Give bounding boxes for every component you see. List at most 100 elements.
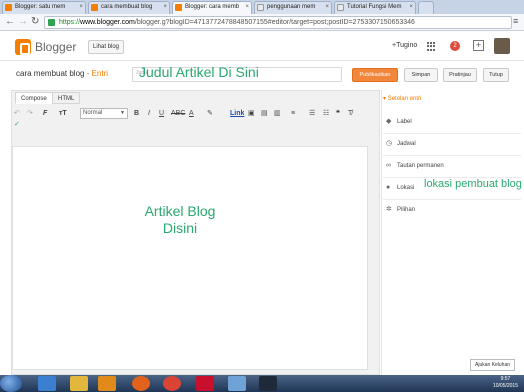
gear-icon: ✲ [386, 206, 392, 213]
quote-icon[interactable]: ❝ [336, 109, 340, 118]
sidebar-item-label: Pilihan [397, 207, 416, 213]
sidebar-item-schedule[interactable]: ◷ Jadwal [383, 134, 521, 156]
undo-icon[interactable]: ↶ [14, 109, 20, 118]
spellcheck-icon[interactable]: ✓ [14, 120, 20, 129]
close-tab-icon[interactable]: × [325, 2, 329, 13]
location-pin-icon: ● [386, 184, 391, 191]
link-button[interactable]: Link [230, 109, 244, 118]
align-icon[interactable]: ≡ [291, 109, 295, 118]
feedback-button[interactable]: Ajukan Keluhan [470, 359, 516, 371]
font-style-select[interactable]: Normal ▼ [80, 108, 128, 119]
close-tab-icon[interactable]: × [163, 2, 167, 13]
windows-taskbar: 9:57 10/05/2015 [0, 375, 524, 392]
body-annotation-line1: Artikel Blog [144, 203, 216, 219]
system-clock[interactable]: 9:57 10/05/2015 [493, 376, 518, 390]
tag-icon: ◆ [386, 118, 392, 125]
breadcrumb-blog: cara membuat blog [16, 69, 85, 78]
start-button-icon[interactable] [0, 375, 22, 392]
blogger-favicon-icon [91, 4, 98, 11]
title-annotation: Judul Artikel Di Sini [139, 64, 259, 80]
browser-menu-icon[interactable]: ≡ [513, 17, 521, 26]
blogger-favicon-icon [5, 4, 12, 11]
back-arrow-icon[interactable]: ← [5, 17, 15, 27]
bullet-list-icon[interactable]: ☷ [323, 109, 329, 118]
tab-compose[interactable]: Compose [15, 92, 53, 104]
tab-label: Blogger: satu mem [15, 4, 66, 10]
media-player-icon[interactable] [98, 376, 116, 391]
blogger-logo-icon[interactable] [15, 39, 31, 55]
notification-badge[interactable]: 2 [450, 41, 460, 51]
browser-tab-strip: Blogger: satu mem × cara membuat blog × … [0, 0, 524, 14]
save-button[interactable]: Simpan [404, 68, 438, 82]
browser-tab[interactable]: penggunaan mem × [254, 1, 332, 14]
sidebar-item-label: Tautan permanen [397, 163, 444, 169]
breadcrumb: cara membuat blog · Entri [16, 69, 108, 78]
close-tab-icon[interactable]: × [79, 2, 83, 13]
browser-tab[interactable]: cara membuat blog × [88, 1, 170, 14]
numbered-list-icon[interactable]: ☰ [309, 109, 315, 118]
lock-icon [48, 19, 55, 26]
sidebar-item-permalink[interactable]: ∞ Tautan permanen [383, 156, 521, 178]
ie-icon[interactable] [38, 376, 56, 391]
publish-button[interactable]: Publikasikan [352, 68, 398, 82]
jump-break-icon[interactable]: ▥ [274, 109, 281, 118]
browser-tab-active[interactable]: Blogger: cara memb × [172, 1, 252, 14]
underline-icon[interactable]: U [159, 109, 164, 118]
sidebar-item-label: Label [397, 119, 412, 125]
clock-icon: ◷ [386, 140, 393, 147]
post-body-editor[interactable] [12, 146, 368, 370]
tab-label: penggunaan mem [267, 4, 316, 10]
view-blog-button[interactable]: Lihat blog [88, 40, 125, 54]
share-plus-icon[interactable]: + [473, 40, 484, 51]
close-tab-icon[interactable]: × [409, 2, 413, 13]
chevron-down-icon: ▼ [120, 110, 125, 116]
strikethrough-icon[interactable]: ABC [171, 109, 185, 118]
font-size-icon[interactable]: ᴛT [59, 109, 67, 118]
formatting-toolbar: ↶ ↷ F ᴛT B I U ABC A ✎ Link ▣ ▤ ▥ ≡ ☰ ☷ … [13, 107, 370, 131]
document-favicon-icon [337, 4, 344, 11]
forward-arrow-icon[interactable]: → [18, 17, 28, 27]
text-color-icon[interactable]: A [189, 109, 194, 118]
folder-icon[interactable] [70, 376, 88, 391]
font-style-value: Normal [83, 110, 103, 116]
address-bar[interactable]: https://www.blogger.com/blogger.g?blogID… [44, 16, 512, 29]
body-annotation: Artikel Blog Disini [120, 203, 240, 237]
clock-date: 10/05/2015 [492, 383, 518, 389]
post-settings-header[interactable]: ▾ Setelan entri [383, 95, 421, 102]
photoshop-icon[interactable] [259, 376, 277, 391]
app-icon[interactable] [196, 376, 214, 391]
image-icon[interactable]: ▣ [248, 109, 255, 118]
new-tab-button[interactable] [418, 1, 434, 14]
close-tab-icon[interactable]: × [245, 2, 249, 13]
bold-icon[interactable]: B [134, 109, 139, 118]
breadcrumb-entry: Entri [91, 69, 109, 78]
highlight-icon[interactable]: ✎ [207, 109, 213, 118]
video-icon[interactable]: ▤ [261, 109, 268, 118]
clear-format-icon[interactable]: T̸ [348, 109, 352, 118]
preview-button[interactable]: Pratinjau [443, 68, 477, 82]
breadcrumb-separator: · [84, 69, 92, 78]
font-family-icon[interactable]: F [43, 109, 47, 118]
monitor-icon[interactable] [228, 376, 246, 391]
close-button[interactable]: Tutup [483, 68, 509, 82]
tab-label: cara membuat blog [101, 4, 153, 10]
chrome-icon[interactable] [163, 376, 181, 391]
browser-toolbar: ← → ↻ https://www.blogger.com/blogger.g?… [0, 14, 524, 31]
brand-name: Blogger [35, 40, 77, 54]
reload-icon[interactable]: ↻ [31, 17, 39, 27]
redo-icon[interactable]: ↷ [27, 109, 33, 118]
sidebar-item-labels[interactable]: ◆ Label [383, 112, 521, 134]
post-settings-title: Setelan entri [387, 96, 422, 102]
url-scheme: https:// [59, 19, 81, 26]
browser-tab[interactable]: Blogger: satu mem × [2, 1, 86, 14]
apps-grid-icon[interactable] [427, 42, 436, 51]
italic-icon[interactable]: I [148, 109, 150, 118]
avatar[interactable] [494, 38, 510, 54]
firefox-icon[interactable] [132, 376, 150, 391]
browser-tab[interactable]: Tutorial Fungsi Mem × [334, 1, 416, 14]
sidebar-item-label: Jadwal [397, 141, 416, 147]
body-annotation-line2: Disini [162, 220, 198, 236]
sidebar-item-options[interactable]: ✲ Pilihan [383, 200, 521, 222]
tab-html[interactable]: HTML [52, 92, 81, 104]
user-name-link[interactable]: +Tugino [392, 42, 417, 49]
